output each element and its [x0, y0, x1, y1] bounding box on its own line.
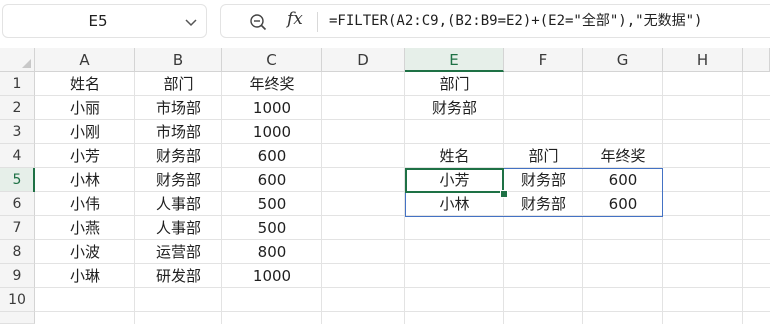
chevron-down-icon[interactable]	[184, 15, 198, 29]
cell-e1[interactable]: 部门	[405, 72, 504, 96]
cell-b1[interactable]: 部门	[135, 72, 222, 96]
cell-b7[interactable]: 人事部	[135, 216, 222, 240]
row-header-1[interactable]: 1	[0, 72, 35, 96]
cell-a5[interactable]: 小林	[35, 168, 135, 192]
cell-b4[interactable]: 财务部	[135, 144, 222, 168]
row-header-5[interactable]: 5	[0, 168, 35, 192]
formula-divider	[317, 12, 318, 32]
grid-line	[35, 311, 770, 312]
cell-a4[interactable]: 小芳	[35, 144, 135, 168]
cell-f6[interactable]: 财务部	[504, 192, 583, 216]
cell-a7[interactable]: 小燕	[35, 216, 135, 240]
select-all-icon	[22, 59, 31, 68]
cell-b9[interactable]: 研发部	[135, 264, 222, 288]
cell-c5[interactable]: 600	[222, 168, 322, 192]
name-box[interactable]: E5	[2, 4, 207, 38]
column-header-g[interactable]: G	[583, 48, 663, 72]
row-header-7[interactable]: 7	[0, 216, 35, 240]
column-header-h[interactable]: H	[663, 48, 743, 72]
column-header-a[interactable]: A	[35, 48, 135, 72]
column-header-c[interactable]: C	[222, 48, 322, 72]
row-header-8[interactable]: 8	[0, 240, 35, 264]
cell-c9[interactable]: 1000	[222, 264, 322, 288]
name-box-value[interactable]: E5	[3, 5, 193, 37]
formula-area: E5 fx =FILTER(A2:C9,(B2:B9=E2)+(E2="全部")…	[0, 0, 770, 45]
cell-a9[interactable]: 小琳	[35, 264, 135, 288]
row-header-6[interactable]: 6	[0, 192, 35, 216]
row-header-11[interactable]	[0, 312, 35, 324]
cell-e2[interactable]: 财务部	[405, 96, 504, 120]
cell-e5[interactable]: 小芳	[405, 168, 504, 192]
cell-a6[interactable]: 小伟	[35, 192, 135, 216]
column-header-blank[interactable]	[743, 48, 770, 72]
cell-f4[interactable]: 部门	[504, 144, 583, 168]
cell-g4[interactable]: 年终奖	[583, 144, 663, 168]
fill-handle[interactable]	[500, 190, 508, 198]
cell-b2[interactable]: 市场部	[135, 96, 222, 120]
cell-b5[interactable]: 财务部	[135, 168, 222, 192]
row-header-2[interactable]: 2	[0, 96, 35, 120]
cell-c3[interactable]: 1000	[222, 120, 322, 144]
cell-b6[interactable]: 人事部	[135, 192, 222, 216]
row-header-10[interactable]: 10	[0, 288, 35, 312]
row-header-3[interactable]: 3	[0, 120, 35, 144]
formula-bar[interactable]: fx =FILTER(A2:C9,(B2:B9=E2)+(E2="全部"),"无…	[220, 4, 770, 38]
cell-a8[interactable]: 小波	[35, 240, 135, 264]
column-header-b[interactable]: B	[135, 48, 222, 72]
cell-b3[interactable]: 市场部	[135, 120, 222, 144]
cell-c1[interactable]: 年终奖	[222, 72, 322, 96]
row-header-9[interactable]: 9	[0, 264, 35, 288]
column-header-f[interactable]: F	[504, 48, 583, 72]
cell-f5[interactable]: 财务部	[504, 168, 583, 192]
column-header-e[interactable]: E	[405, 48, 504, 72]
cell-g6[interactable]: 600	[583, 192, 663, 216]
cell-c6[interactable]: 500	[222, 192, 322, 216]
cell-c4[interactable]: 600	[222, 144, 322, 168]
column-header-d[interactable]: D	[322, 48, 405, 72]
fx-icon[interactable]: fx	[287, 9, 303, 29]
cell-e6[interactable]: 小林	[405, 192, 504, 216]
cell-c2[interactable]: 1000	[222, 96, 322, 120]
cell-c8[interactable]: 800	[222, 240, 322, 264]
cell-b8[interactable]: 运营部	[135, 240, 222, 264]
cell-a3[interactable]: 小刚	[35, 120, 135, 144]
cell-c7[interactable]: 500	[222, 216, 322, 240]
cell-a2[interactable]: 小丽	[35, 96, 135, 120]
row-header-4[interactable]: 4	[0, 144, 35, 168]
zoom-icon[interactable]	[249, 13, 267, 31]
cell-g5[interactable]: 600	[583, 168, 663, 192]
cell-e4[interactable]: 姓名	[405, 144, 504, 168]
select-all-corner[interactable]	[0, 48, 35, 72]
formula-input[interactable]: =FILTER(A2:C9,(B2:B9=E2)+(E2="全部"),"无数据"…	[329, 5, 702, 37]
cell-a1[interactable]: 姓名	[35, 72, 135, 96]
